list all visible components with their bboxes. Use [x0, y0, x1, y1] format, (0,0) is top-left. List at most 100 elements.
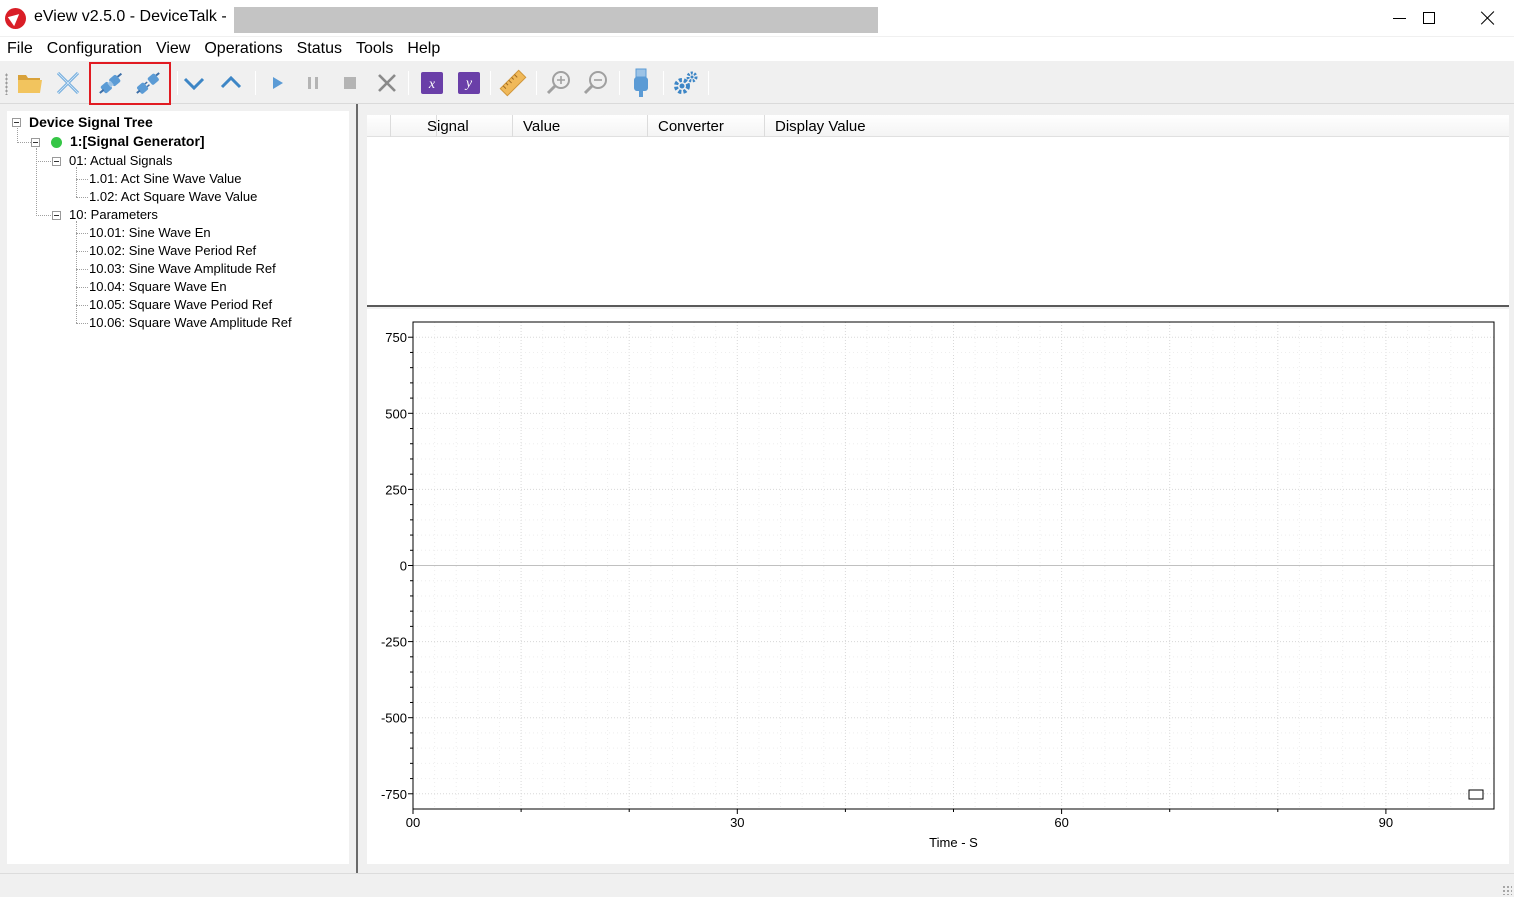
- tree-line: [36, 148, 37, 216]
- app-logo-icon: [5, 8, 26, 29]
- vertical-splitter[interactable]: [356, 104, 358, 873]
- settings-gears-icon: [674, 71, 698, 94]
- connect-buttons-highlight: [89, 62, 171, 105]
- tree-item-parameter[interactable]: 10.03: Sine Wave Amplitude Ref: [89, 261, 276, 276]
- chevron-up-icon: [220, 75, 242, 89]
- tree-line: [17, 142, 31, 143]
- stop-icon: [344, 77, 356, 89]
- close-file-icon: [56, 71, 80, 95]
- tree-collapse-toggle[interactable]: [52, 157, 61, 166]
- stop-button[interactable]: [335, 68, 365, 98]
- signal-table[interactable]: Signal Value Converter Display Value: [367, 115, 1509, 305]
- resize-grip[interactable]: [1502, 885, 1512, 895]
- usb-icon: [634, 68, 648, 97]
- x-tick-label: 00: [406, 815, 420, 830]
- tree-item-parameter[interactable]: 10.05: Square Wave Period Ref: [89, 297, 272, 312]
- y-tick-label: 250: [385, 482, 407, 497]
- y-tick-label: 0: [400, 559, 407, 574]
- maximize-button[interactable]: [1400, 0, 1458, 36]
- menu-tools[interactable]: Tools: [349, 37, 400, 61]
- y-tick-label: -250: [381, 635, 407, 650]
- tree-group-parameters[interactable]: 10: Parameters: [69, 207, 158, 222]
- settings-button[interactable]: [671, 68, 701, 98]
- toolbar-grip[interactable]: [5, 73, 8, 95]
- toolbar-separator: [255, 71, 256, 95]
- menu-operations[interactable]: Operations: [197, 37, 289, 61]
- tree-item-signal[interactable]: 1.02: Act Square Wave Value: [89, 189, 257, 204]
- zoom-in-button[interactable]: [544, 68, 574, 98]
- tree-group-actual-signals[interactable]: 01: Actual Signals: [69, 153, 172, 168]
- menu-view[interactable]: View: [149, 37, 197, 61]
- move-down-button[interactable]: [179, 68, 209, 98]
- clear-icon: [378, 74, 396, 92]
- menu-bar: File Configuration View Operations Statu…: [0, 37, 1514, 61]
- column-header-converter[interactable]: Converter: [648, 115, 765, 137]
- chart-canvas[interactable]: 750 500 250 0 -250 -500 -750 00 30 60 90 Time - S: [367, 309, 1509, 864]
- tree-device-label[interactable]: 1:[Signal Generator]: [70, 133, 205, 149]
- menu-configuration[interactable]: Configuration: [40, 37, 149, 61]
- usb-button[interactable]: [626, 68, 656, 98]
- y-axis-icon: y: [458, 72, 480, 94]
- tree-root-label[interactable]: Device Signal Tree: [29, 114, 153, 130]
- clear-button[interactable]: [372, 68, 402, 98]
- menu-file[interactable]: File: [0, 37, 40, 61]
- tree-item-parameter[interactable]: 10.04: Square Wave En: [89, 279, 227, 294]
- pause-icon: [308, 77, 318, 89]
- pause-button[interactable]: [298, 68, 328, 98]
- horizontal-splitter[interactable]: [367, 305, 1509, 307]
- tree-item-parameter[interactable]: 10.01: Sine Wave En: [89, 225, 211, 240]
- x-axis-button[interactable]: x: [417, 68, 447, 98]
- tree-line: [76, 323, 88, 324]
- zoom-out-icon: [583, 71, 607, 95]
- column-header-display-value[interactable]: Display Value: [765, 115, 1509, 137]
- maximize-icon: [1423, 12, 1435, 24]
- y-tick-label: -500: [381, 711, 407, 726]
- tree-collapse-toggle[interactable]: [12, 118, 21, 127]
- column-header-value[interactable]: Value: [513, 115, 648, 137]
- y-axis-button[interactable]: y: [454, 68, 484, 98]
- x-axis-label: x: [428, 77, 436, 92]
- y-tick-label: 750: [385, 330, 407, 345]
- column-header-signal[interactable]: Signal: [417, 115, 513, 137]
- signal-chart[interactable]: 750 500 250 0 -250 -500 -750 00 30 60 90 Time - S: [367, 309, 1509, 864]
- tree-collapse-toggle[interactable]: [52, 211, 61, 220]
- tree-line: [76, 305, 88, 306]
- y-axis-label: y: [464, 76, 473, 91]
- y-tick-label: -750: [381, 787, 407, 802]
- tree-collapse-toggle[interactable]: [31, 138, 40, 147]
- chevron-down-icon: [183, 77, 205, 91]
- device-status-icon: [51, 137, 62, 148]
- tree-line: [17, 128, 18, 143]
- close-file-button[interactable]: [53, 68, 83, 98]
- open-button[interactable]: [15, 68, 45, 98]
- tree-item-parameter[interactable]: 10.02: Sine Wave Period Ref: [89, 243, 256, 258]
- tree-line: [76, 269, 88, 270]
- close-window-button[interactable]: [1459, 0, 1514, 36]
- table-corner-header[interactable]: [367, 115, 391, 137]
- toolbar-separator: [663, 71, 664, 95]
- tree-line: [36, 161, 51, 162]
- toolbar-separator: [408, 71, 409, 95]
- toolbar-separator: [708, 71, 709, 95]
- open-folder-icon: [18, 75, 42, 93]
- zoom-out-button[interactable]: [581, 68, 611, 98]
- tree-item-parameter[interactable]: 10.06: Square Wave Amplitude Ref: [89, 315, 292, 330]
- ruler-button[interactable]: [498, 68, 528, 98]
- toolbar-separator: [177, 71, 178, 95]
- play-button[interactable]: [262, 68, 292, 98]
- status-bar: [0, 873, 1514, 897]
- toolbar-separator: [536, 71, 537, 95]
- tree-item-signal[interactable]: 1.01: Act Sine Wave Value: [89, 171, 241, 186]
- x-tick-label: 60: [1054, 815, 1068, 830]
- menu-help[interactable]: Help: [400, 37, 447, 61]
- menu-status[interactable]: Status: [290, 37, 349, 61]
- toolbar-separator: [619, 71, 620, 95]
- chart-legend: [1468, 789, 1484, 800]
- title-bar: eView v2.5.0 - DeviceTalk -: [0, 0, 1514, 36]
- tree-line: [76, 179, 88, 180]
- move-up-button[interactable]: [216, 68, 246, 98]
- y-tick-label: 500: [385, 406, 407, 421]
- title-redacted-area: [234, 7, 878, 33]
- tree-line: [76, 221, 77, 323]
- close-icon: [1481, 11, 1495, 25]
